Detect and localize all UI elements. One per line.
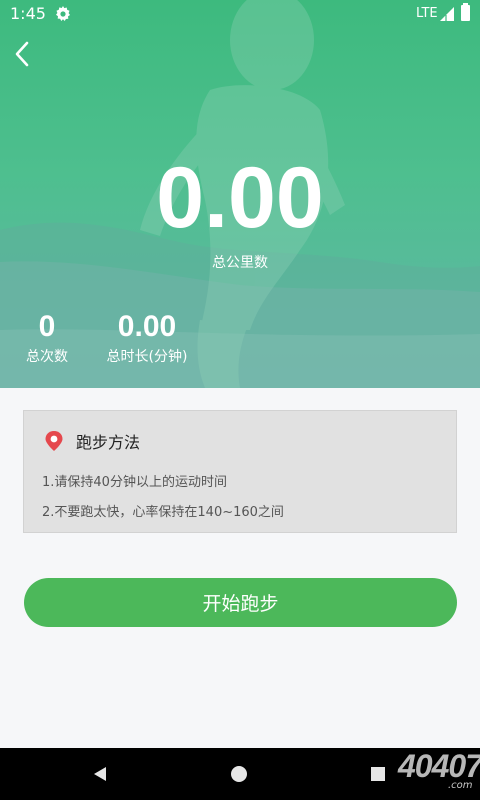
status-time: 1:45 bbox=[10, 4, 46, 23]
total-duration-value: 0.00 bbox=[117, 310, 177, 343]
nav-home-icon[interactable] bbox=[231, 766, 247, 782]
navigation-bar: 40407 .com bbox=[0, 748, 480, 800]
running-tips-card: 跑步方法 1.请保持40分钟以上的运动时间 2.不要跑太快，心率保持在140~1… bbox=[23, 410, 457, 533]
tips-title: 跑步方法 bbox=[76, 433, 141, 452]
tips-header: 跑步方法 bbox=[44, 429, 140, 453]
start-running-button[interactable]: 开始跑步 bbox=[24, 578, 457, 627]
signal-icon bbox=[440, 7, 454, 21]
tip-item: 1.请保持40分钟以上的运动时间 bbox=[42, 475, 227, 490]
watermark-suffix: .com bbox=[448, 780, 473, 791]
total-count-stat: 0 总次数 bbox=[24, 310, 70, 366]
hero-banner: 1:45 LTE 0.00 总公里数 0 总次数 0.00 总时长(分钟) bbox=[0, 0, 480, 388]
network-type: LTE bbox=[416, 6, 438, 21]
gear-icon bbox=[56, 6, 70, 21]
nav-recents-icon[interactable] bbox=[371, 767, 385, 781]
location-pin-icon bbox=[45, 431, 63, 451]
total-km-value: 0.00 bbox=[156, 150, 324, 246]
total-duration-stat: 0.00 总时长(分钟) bbox=[103, 310, 191, 366]
total-km-label: 总公里数 bbox=[212, 255, 268, 271]
nav-back-icon[interactable] bbox=[92, 766, 108, 782]
total-count-label: 总次数 bbox=[26, 349, 68, 365]
total-count-value: 0 bbox=[38, 310, 56, 343]
chevron-left-icon bbox=[15, 41, 29, 67]
battery-icon bbox=[461, 3, 470, 21]
total-duration-label: 总时长(分钟) bbox=[106, 349, 188, 365]
back-button[interactable] bbox=[6, 36, 38, 72]
tip-item: 2.不要跑太快，心率保持在140~160之间 bbox=[42, 505, 284, 520]
status-bar: 1:45 LTE bbox=[0, 0, 480, 28]
